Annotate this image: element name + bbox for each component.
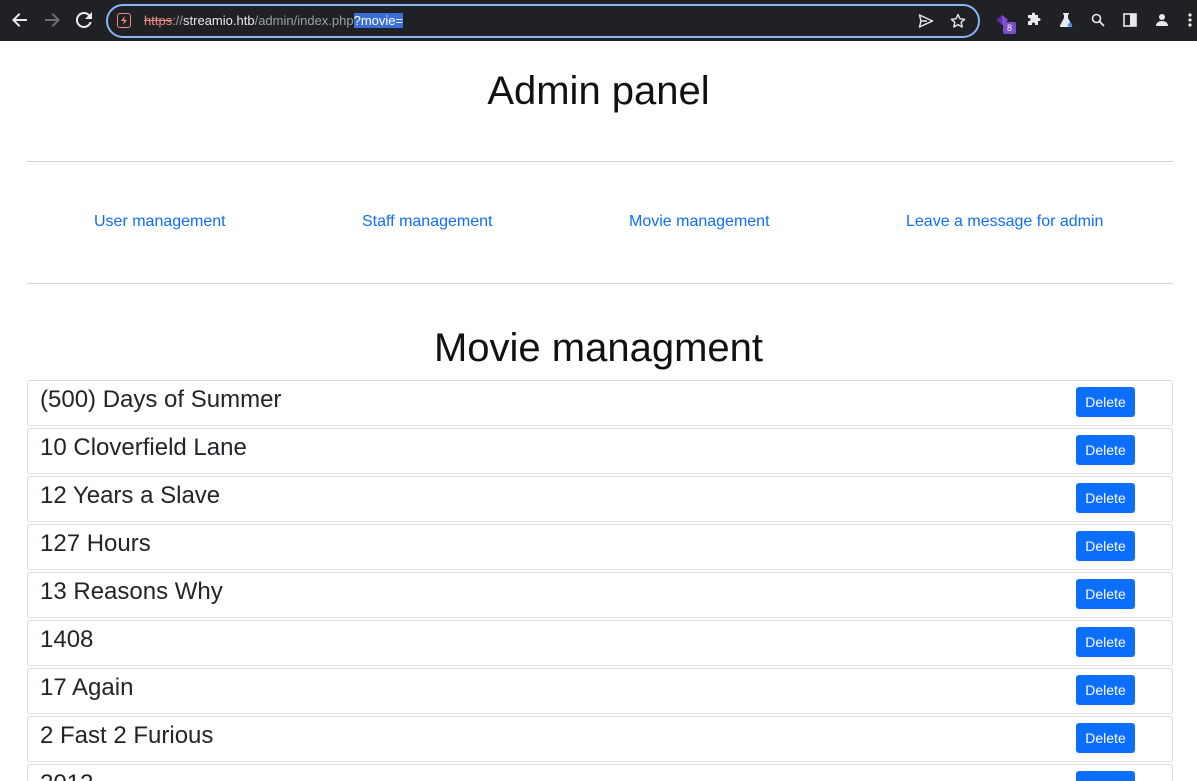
bookmark-star-icon[interactable]	[948, 11, 968, 31]
divider-top	[27, 161, 1173, 162]
delete-button[interactable]: Delete	[1076, 483, 1135, 513]
movie-row: 127 Hours Delete	[27, 524, 1173, 570]
side-panel-icon[interactable]	[1119, 9, 1141, 31]
movie-list: (500) Days of Summer Delete 10 Cloverfie…	[27, 380, 1173, 781]
delete-button[interactable]: Delete	[1076, 675, 1135, 705]
delete-button[interactable]: Delete	[1076, 579, 1135, 609]
forward-icon[interactable]	[40, 8, 64, 32]
movie-title: 2 Fast 2 Furious	[40, 722, 214, 749]
movie-row: 17 Again Delete	[27, 668, 1173, 714]
movie-title: 13 Reasons Why	[40, 578, 223, 605]
page-content: Admin panel User management Staff manage…	[0, 41, 1197, 781]
delete-button[interactable]: Delete	[1076, 531, 1135, 561]
address-bar[interactable]: https://streamio.htb/admin/index.php?mov…	[106, 4, 980, 38]
page-title: Admin panel	[487, 69, 710, 113]
nav-leave-message[interactable]: Leave a message for admin	[906, 213, 1103, 231]
search-icon[interactable]	[1087, 9, 1109, 31]
extensions-puzzle-icon[interactable]	[1023, 9, 1045, 31]
movie-row: 10 Cloverfield Lane Delete	[27, 428, 1173, 474]
delete-button[interactable]: Delete	[1076, 723, 1135, 753]
url-host: streamio.htb	[183, 13, 255, 28]
nav-movie-management[interactable]: Movie management	[629, 213, 770, 231]
extension-badge: 8	[1003, 22, 1016, 34]
movie-row: 1408 Delete	[27, 620, 1173, 666]
url-scheme: https	[144, 13, 173, 28]
delete-button[interactable]: Delete	[1076, 771, 1135, 781]
movie-title: 1408	[40, 626, 94, 653]
movie-title: 12 Years a Slave	[40, 482, 221, 509]
back-icon[interactable]	[8, 8, 32, 32]
delete-button[interactable]: Delete	[1076, 387, 1135, 417]
section-title: Movie managment	[433, 326, 764, 370]
movie-title: (500) Days of Summer	[40, 386, 282, 413]
url-separator: ://	[172, 13, 184, 28]
reload-icon[interactable]	[72, 8, 96, 32]
delete-button[interactable]: Delete	[1076, 435, 1135, 465]
divider-bottom	[27, 283, 1173, 284]
movie-title: 17 Again	[40, 674, 134, 701]
delete-button[interactable]: Delete	[1076, 627, 1135, 657]
url-text[interactable]: https://streamio.htb/admin/index.php?mov…	[144, 13, 404, 29]
labs-flask-icon[interactable]	[1055, 9, 1077, 31]
profile-icon[interactable]	[1151, 9, 1173, 31]
movie-title: 127 Hours	[40, 530, 151, 557]
browser-toolbar: https://streamio.htb/admin/index.php?mov…	[0, 0, 1197, 41]
menu-kebab-icon[interactable]	[1184, 9, 1196, 31]
movie-row: 13 Reasons Why Delete	[27, 572, 1173, 618]
nav-staff-management[interactable]: Staff management	[362, 213, 492, 231]
movie-row: 12 Years a Slave Delete	[27, 476, 1173, 522]
movie-title: 10 Cloverfield Lane	[40, 434, 247, 461]
movie-title: 2012	[40, 770, 93, 781]
send-icon[interactable]	[916, 11, 936, 31]
url-query-selected: ?movie=	[353, 13, 404, 28]
movie-row: 2 Fast 2 Furious Delete	[27, 716, 1173, 762]
url-path: /admin/index.php	[254, 13, 354, 28]
movie-row: 2012 Delete	[27, 764, 1173, 781]
movie-row: (500) Days of Summer Delete	[27, 380, 1173, 426]
not-secure-icon[interactable]	[117, 13, 131, 28]
nav-user-management[interactable]: User management	[94, 213, 226, 231]
